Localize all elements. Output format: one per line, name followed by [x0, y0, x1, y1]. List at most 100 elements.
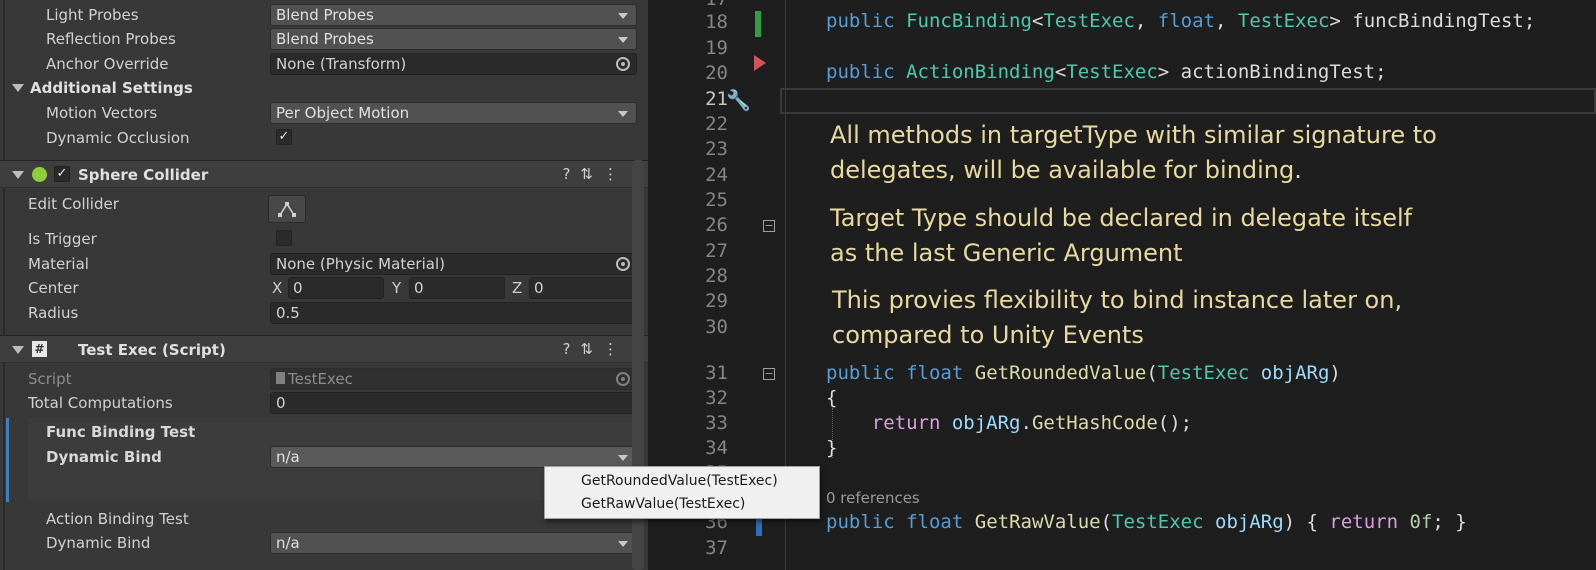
additional-settings-label: Additional Settings: [30, 79, 193, 97]
line-number: 22: [705, 113, 728, 135]
test-exec-header[interactable]: # Test Exec (Script) ?⇅⋮: [0, 335, 648, 363]
line-number: 32: [705, 387, 728, 409]
line-number: 25: [705, 189, 728, 211]
line-number: 31: [705, 362, 728, 384]
motion-vectors-dropdown[interactable]: Per Object Motion: [270, 102, 637, 124]
kebab-menu-icon[interactable]: ⋮: [603, 165, 628, 183]
component-header-icons[interactable]: ?⇅⋮: [562, 340, 628, 358]
dropdown-arrow-icon: [618, 111, 628, 117]
dynamic-occlusion-row: Dynamic Occlusion ✓: [0, 126, 640, 150]
light-probes-dropdown[interactable]: Blend Probes: [270, 4, 637, 26]
note-text-1a: All methods in targetType with similar s…: [830, 121, 1437, 149]
code-line-32: {: [826, 387, 838, 409]
edit-collider-button[interactable]: [268, 195, 306, 223]
dynamic-bind-1-label: Dynamic Bind: [46, 448, 162, 466]
foldout-arrow-icon[interactable]: [12, 171, 24, 179]
motion-vectors-row: Motion Vectors Per Object Motion: [0, 101, 640, 125]
line-number: 37: [705, 537, 728, 559]
code-line-33: return objARg.GetHashCode();: [871, 412, 1193, 434]
edit-collider-label: Edit Collider: [28, 195, 119, 213]
line-number: 19: [705, 37, 728, 59]
line-number: 18: [705, 11, 728, 33]
popup-item-get-raw-value[interactable]: GetRawValue(TestExec): [581, 496, 745, 512]
material-row: Material None (Physic Material): [0, 252, 640, 276]
collapse-toggle-icon[interactable]: −: [763, 368, 775, 380]
line-number: 34: [705, 437, 728, 459]
line-number: 17: [688, 0, 728, 10]
line-number: 21: [705, 88, 728, 110]
func-binding-test-label: Func Binding Test: [46, 423, 196, 441]
line-number: 33: [705, 412, 728, 434]
presets-icon[interactable]: ⇅: [580, 340, 603, 358]
test-exec-title: Test Exec (Script): [78, 341, 226, 359]
kebab-menu-icon[interactable]: ⋮: [603, 340, 628, 358]
total-computations-field[interactable]: 0: [270, 392, 637, 414]
center-x-label: X: [272, 279, 283, 297]
center-row: Center X 0 Y 0 Z 0: [0, 276, 640, 300]
help-icon[interactable]: ?: [562, 165, 580, 183]
code-line-18: public FuncBinding<TestExec, float, Test…: [826, 10, 1536, 32]
foldout-arrow-icon[interactable]: [12, 346, 24, 354]
dynamic-occlusion-label: Dynamic Occlusion: [46, 129, 190, 147]
codelens-references[interactable]: 0 references: [826, 489, 920, 507]
is-trigger-row: Is Trigger: [0, 227, 640, 251]
code-line-36: public float GetRawValue(TestExec objARg…: [826, 511, 1467, 533]
edit-collider-row: Edit Collider: [0, 192, 640, 216]
dynamic-bind-1-dropdown[interactable]: n/a: [270, 446, 637, 468]
anchor-override-row: Anchor Override None (Transform): [0, 52, 640, 76]
code-line-34: }: [826, 437, 838, 459]
reflection-probes-dropdown[interactable]: Blend Probes: [270, 28, 637, 50]
sphere-collider-enabled-checkbox[interactable]: ✓: [54, 166, 70, 182]
center-z-field[interactable]: 0: [529, 277, 637, 299]
is-trigger-checkbox[interactable]: [276, 230, 292, 246]
note-text-1b: delegates, will be available for binding…: [830, 156, 1302, 184]
anchor-override-label: Anchor Override: [46, 55, 169, 73]
action-binding-test-label: Action Binding Test: [46, 510, 189, 528]
additional-settings-foldout[interactable]: Additional Settings: [0, 76, 640, 100]
change-indicator-blue: [756, 518, 762, 536]
is-trigger-label: Is Trigger: [28, 230, 97, 248]
line-number: 20: [705, 62, 728, 84]
light-probes-label: Light Probes: [46, 6, 139, 24]
popup-item-get-rounded-value[interactable]: GetRoundedValue(TestExec): [581, 473, 778, 489]
presets-icon[interactable]: ⇅: [580, 165, 603, 183]
anchor-override-field[interactable]: None (Transform): [270, 53, 637, 75]
script-label: Script: [28, 370, 72, 388]
material-field[interactable]: None (Physic Material): [270, 253, 637, 275]
dropdown-arrow-icon: [618, 541, 628, 547]
total-computations-row: Total Computations 0: [0, 391, 640, 415]
line-number: 23: [705, 138, 728, 160]
component-header-icons[interactable]: ?⇅⋮: [562, 165, 628, 183]
radius-field[interactable]: 0.5: [270, 302, 637, 324]
script-field: TestExec: [270, 368, 637, 390]
dynamic-occlusion-checkbox[interactable]: ✓: [276, 129, 292, 145]
collapse-toggle-icon[interactable]: −: [763, 220, 775, 232]
dynamic-bind-2-dropdown[interactable]: n/a: [270, 532, 637, 554]
note-text-2b: as the last Generic Argument: [830, 239, 1183, 267]
radius-row: Radius 0.5: [0, 301, 640, 325]
edit-collider-icon: [278, 202, 296, 217]
light-probes-row: Light Probes Blend Probes: [0, 3, 640, 27]
code-line-20: public ActionBinding<TestExec> actionBin…: [826, 61, 1387, 83]
object-picker-icon[interactable]: [616, 57, 630, 71]
breakpoint-arrow-icon[interactable]: [754, 55, 766, 71]
line-number: 27: [705, 240, 728, 262]
center-x-field[interactable]: 0: [288, 277, 384, 299]
foldout-arrow-icon[interactable]: [12, 84, 24, 92]
object-picker-icon[interactable]: [616, 257, 630, 271]
help-icon[interactable]: ?: [562, 340, 580, 358]
total-computations-label: Total Computations: [28, 394, 173, 412]
sphere-collider-header[interactable]: ✓ Sphere Collider ?⇅⋮: [0, 160, 648, 188]
motion-vectors-label: Motion Vectors: [46, 104, 158, 122]
center-y-field[interactable]: 0: [409, 277, 505, 299]
code-line-31: public float GetRoundedValue(TestExec ob…: [826, 362, 1341, 384]
reflection-probes-row: Reflection Probes Blend Probes: [0, 27, 640, 51]
center-y-label: Y: [392, 279, 402, 297]
line-number: 24: [705, 164, 728, 186]
center-z-label: Z: [512, 279, 523, 297]
note-text-3b: compared to Unity Events: [832, 321, 1144, 349]
func-binding-test-row: Func Binding Test: [0, 420, 640, 444]
script-file-icon: [276, 372, 285, 384]
quick-actions-screwdriver-icon[interactable]: 🔧: [726, 88, 751, 112]
sphere-collider-icon: [32, 167, 47, 182]
